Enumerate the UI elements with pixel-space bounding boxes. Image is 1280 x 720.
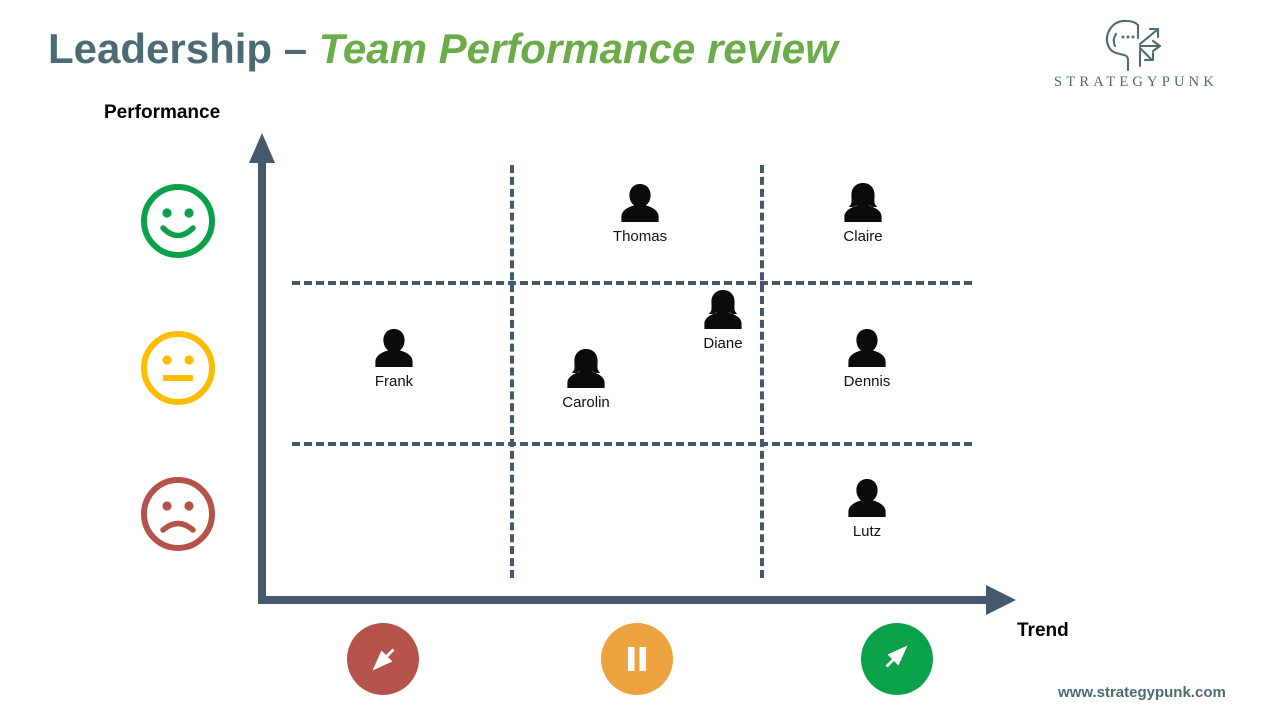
arrow-down-left-icon [372, 648, 395, 671]
person-marker[interactable]: Diane [663, 287, 783, 352]
arrow-up-right-icon [885, 645, 908, 668]
person-name-label: Frank [374, 373, 414, 390]
pause-icon [628, 647, 646, 671]
head-with-arrows-icon [1105, 19, 1162, 72]
person-name-label: Diane [703, 335, 743, 352]
person-marker[interactable]: Carolin [526, 346, 646, 411]
x-axis-line [258, 596, 990, 604]
person-marker[interactable]: Frank [334, 325, 454, 390]
x-axis-label: Trend [1017, 620, 1069, 641]
person-name-label: Thomas [612, 228, 668, 245]
person-name-label: Claire [843, 228, 883, 245]
trend-badge-declining[interactable] [347, 623, 419, 695]
trend-badge-flat[interactable] [601, 623, 673, 695]
smiley-happy-icon [141, 184, 215, 258]
person-name-label: Dennis [843, 373, 891, 390]
brand-logo: STRATEGYPUNK [1040, 16, 1232, 100]
person-name-label: Lutz [852, 523, 882, 540]
x-axis-arrowhead-icon [986, 585, 1016, 615]
grid-line-vertical-left [510, 165, 514, 578]
person-marker[interactable]: Thomas [580, 180, 700, 245]
person-female-icon [844, 183, 882, 222]
slide-canvas: Leadership – Team Performance review STR… [0, 0, 1280, 720]
person-male-icon [621, 184, 659, 222]
grid-line-horizontal-upper [292, 281, 972, 285]
person-marker[interactable]: Claire [803, 180, 923, 245]
person-female-icon [704, 290, 742, 329]
person-female-icon [567, 349, 605, 388]
y-axis-line [258, 160, 266, 604]
person-male-icon [375, 329, 413, 367]
page-title: Leadership – Team Performance review [48, 25, 838, 72]
person-male-icon [848, 479, 886, 517]
page-title-accent: Team Performance review [318, 25, 838, 72]
grid-line-vertical-right [760, 165, 764, 578]
y-axis-label: Performance [104, 102, 221, 123]
page-title-main: Leadership – [48, 25, 319, 72]
trend-badge-improving[interactable] [861, 623, 933, 695]
person-marker[interactable]: Lutz [807, 475, 927, 540]
smiley-neutral-icon [141, 331, 215, 405]
y-axis-arrowhead-icon [249, 133, 275, 163]
person-male-icon [848, 329, 886, 367]
logo-wordmark: STRATEGYPUNK [1054, 74, 1218, 90]
footer-website-url[interactable]: www.strategypunk.com [1058, 684, 1226, 701]
person-name-label: Carolin [562, 394, 610, 411]
person-marker[interactable]: Dennis [807, 325, 927, 390]
grid-line-horizontal-lower [292, 442, 972, 446]
smiley-sad-icon [141, 477, 215, 551]
